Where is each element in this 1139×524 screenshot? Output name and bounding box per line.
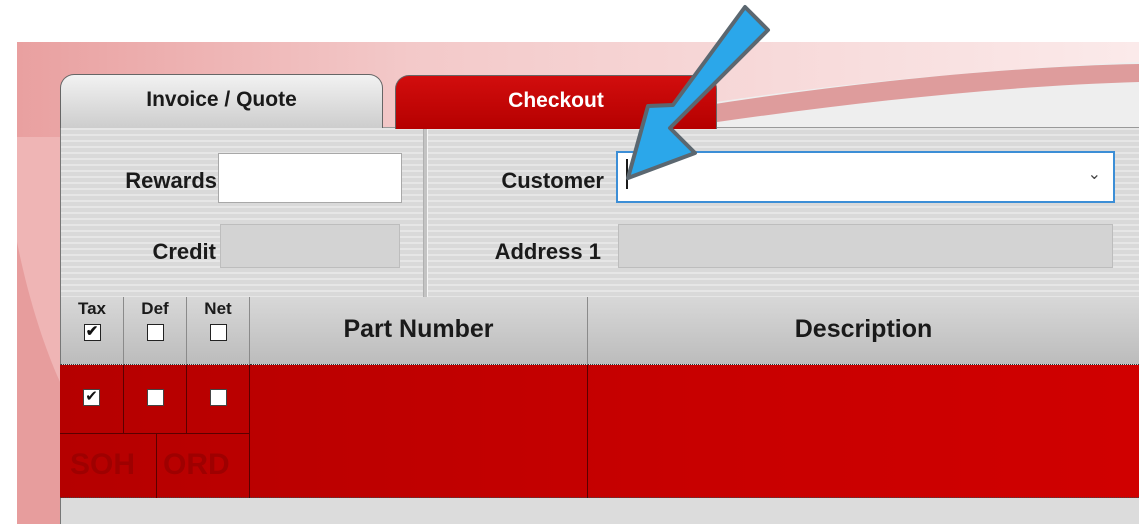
customer-combobox[interactable]: ⌄ [616, 151, 1115, 203]
tab-checkout[interactable]: Checkout [395, 75, 717, 129]
pos-window: Invoice / Quote Checkout Rewards Credit … [17, 42, 1139, 524]
customer-panel: Rewards Credit Customer ⌄ Address 1 [60, 127, 1139, 298]
header-net-label: Net [204, 299, 232, 318]
row-description-cell[interactable] [588, 365, 1139, 498]
credit-label: Credit [152, 239, 216, 264]
header-part-number[interactable]: Part Number [250, 297, 588, 365]
header-tax-label: Tax [77, 299, 107, 318]
ord-label: ORD [163, 448, 230, 481]
row-def-cell [124, 365, 187, 433]
header-tax[interactable]: Tax ✔ [60, 297, 124, 365]
row-soh-cell: SOH [60, 433, 157, 498]
def-all-checkbox[interactable] [146, 324, 164, 341]
row-ord-cell: ORD [157, 433, 250, 498]
panel-divider [423, 128, 428, 298]
header-net[interactable]: Net [187, 297, 250, 365]
customer-label: Customer [501, 168, 604, 193]
header-def-label: Def [141, 299, 169, 318]
soh-label: SOH [70, 448, 136, 481]
grid-empty-area [60, 498, 1139, 524]
credit-field [220, 224, 400, 268]
row-part-number-cell[interactable] [250, 365, 588, 498]
row-tax-checkbox[interactable]: ✔ [83, 389, 100, 406]
net-all-checkbox[interactable] [209, 324, 227, 341]
address1-label: Address 1 [494, 239, 601, 264]
chevron-down-icon[interactable]: ⌄ [1088, 164, 1101, 184]
tab-checkout-label: Checkout [508, 89, 604, 112]
text-caret [626, 159, 628, 189]
header-description[interactable]: Description [588, 297, 1139, 365]
row-def-checkbox[interactable] [147, 389, 164, 406]
tax-all-checkbox[interactable]: ✔ [83, 324, 101, 341]
table-row[interactable]: ✔ SOH ORD [60, 365, 1139, 498]
tab-invoice-quote[interactable]: Invoice / Quote [60, 74, 383, 128]
header-def[interactable]: Def [124, 297, 187, 365]
row-net-checkbox[interactable] [210, 389, 227, 406]
row-net-cell [187, 365, 250, 433]
rewards-input[interactable] [218, 153, 402, 203]
line-items-grid: Tax ✔ Def Net Part Number Description ✔ … [60, 297, 1139, 524]
row-tax-cell: ✔ [60, 365, 124, 433]
rewards-label: Rewards [125, 168, 217, 193]
address1-field [618, 224, 1113, 268]
tab-invoice-quote-label: Invoice / Quote [146, 88, 297, 111]
